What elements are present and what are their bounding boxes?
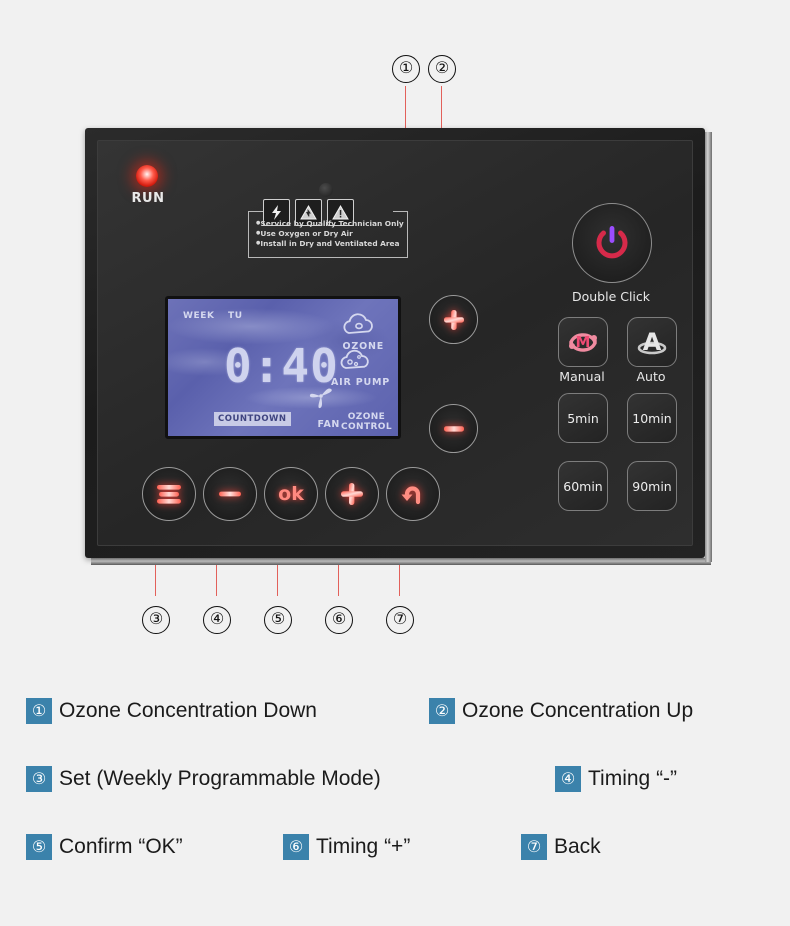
- legend-item-5: ⑤ Confirm “OK”: [26, 834, 183, 860]
- callout-7: ⑦: [386, 606, 414, 634]
- menu-set-button[interactable]: [142, 467, 196, 521]
- warning-line-2: Use Oxygen or Dry Air: [256, 229, 404, 239]
- run-indicator-label: RUN: [131, 191, 165, 206]
- legend-item-4: ④ Timing “-”: [555, 766, 677, 792]
- panel-face: RUN ● Service by Qualify Technician Only…: [97, 140, 693, 546]
- auto-mode-label: Auto: [636, 369, 666, 384]
- lcd-week-label: WEEK: [183, 311, 215, 321]
- ok-button-label: ok: [278, 483, 304, 505]
- timer-90min-button[interactable]: 90min: [627, 461, 677, 511]
- callout-2: ②: [428, 55, 456, 83]
- ozone-down-button[interactable]: [429, 404, 478, 453]
- legend-item-7: ⑦ Back: [521, 834, 601, 860]
- callout-1: ①: [392, 55, 420, 83]
- warning-text-lines: Service by Qualify Technician Only Use O…: [256, 219, 404, 249]
- lcd-ozone-control-line2: CONTROL: [340, 422, 392, 432]
- lcd-countdown-badge: COUNTDOWN: [214, 412, 291, 426]
- lcd-day-value: TU: [228, 311, 243, 321]
- control-panel: RUN ● Service by Qualify Technician Only…: [85, 128, 712, 565]
- lcd-air-pump-label: AIR PUMP: [330, 377, 390, 388]
- manual-mode-label: Manual: [559, 369, 605, 384]
- legend-item-6: ⑥ Timing “+”: [283, 834, 410, 860]
- confirm-ok-button[interactable]: ok: [264, 467, 318, 521]
- back-button[interactable]: [386, 467, 440, 521]
- legend-text-5: Confirm “OK”: [59, 835, 183, 858]
- legend-badge-2: ②: [429, 698, 455, 724]
- timer-5min-button[interactable]: 5min: [558, 393, 608, 443]
- callout-3: ③: [142, 606, 170, 634]
- warning-label: Service by Qualify Technician Only Use O…: [248, 199, 408, 259]
- auto-mode-button[interactable]: A: [627, 317, 677, 367]
- ozone-up-button[interactable]: [429, 295, 478, 344]
- legend-text-4: Timing “-”: [588, 767, 678, 790]
- warning-line-3: Install in Dry and Ventilated Area: [256, 239, 404, 249]
- legend-badge-6: ⑥: [283, 834, 309, 860]
- manual-mode-button[interactable]: M: [558, 317, 608, 367]
- timing-minus-button[interactable]: [203, 467, 257, 521]
- timing-plus-button[interactable]: [325, 467, 379, 521]
- callout-5: ⑤: [264, 606, 292, 634]
- svg-text:A: A: [643, 328, 662, 356]
- timer-10min-button[interactable]: 10min: [627, 393, 677, 443]
- legend-text-6: Timing “+”: [316, 835, 411, 858]
- legend-badge-5: ⑤: [26, 834, 52, 860]
- warning-line-1: Service by Qualify Technician Only: [256, 219, 403, 229]
- legend-badge-4: ④: [555, 766, 581, 792]
- lcd-fan-icon: [306, 383, 336, 416]
- callout-4: ④: [203, 606, 231, 634]
- lcd-display: WEEK TU 0:40 OZONE AIR PUMP FAN OZONE CO…: [165, 296, 401, 439]
- legend-text-3: Set (Weekly Programmable Mode): [59, 767, 381, 790]
- legend-badge-7: ⑦: [521, 834, 547, 860]
- callout-6: ⑥: [325, 606, 353, 634]
- lcd-ozone-icon: [342, 312, 376, 343]
- legend-item-3: ③ Set (Weekly Programmable Mode): [26, 766, 381, 792]
- legend-text-1: Ozone Concentration Down: [59, 699, 317, 722]
- timer-60min-button[interactable]: 60min: [558, 461, 608, 511]
- panel-screw: [319, 183, 333, 197]
- screenshot-root: ① ② ③ ④ ⑤ ⑥ ⑦ RUN ● Service by Qualify T…: [0, 0, 790, 926]
- svg-text:M: M: [576, 333, 591, 351]
- legend-item-2: ② Ozone Concentration Up: [429, 698, 693, 724]
- lcd-ozone-control-label: OZONE CONTROL: [341, 412, 392, 432]
- legend-item-1: ① Ozone Concentration Down: [26, 698, 317, 724]
- legend-text-7: Back: [554, 835, 601, 858]
- run-indicator-lamp: [136, 165, 158, 187]
- legend-badge-3: ③: [26, 766, 52, 792]
- legend-text-2: Ozone Concentration Up: [462, 699, 694, 722]
- power-button-caption: Double Click: [571, 289, 651, 304]
- power-button[interactable]: [572, 203, 652, 283]
- lcd-fan-label: FAN: [317, 419, 340, 430]
- lcd-ozone-control-line1: OZONE: [347, 412, 386, 422]
- lcd-air-pump-icon: [338, 348, 372, 379]
- legend-badge-1: ①: [26, 698, 52, 724]
